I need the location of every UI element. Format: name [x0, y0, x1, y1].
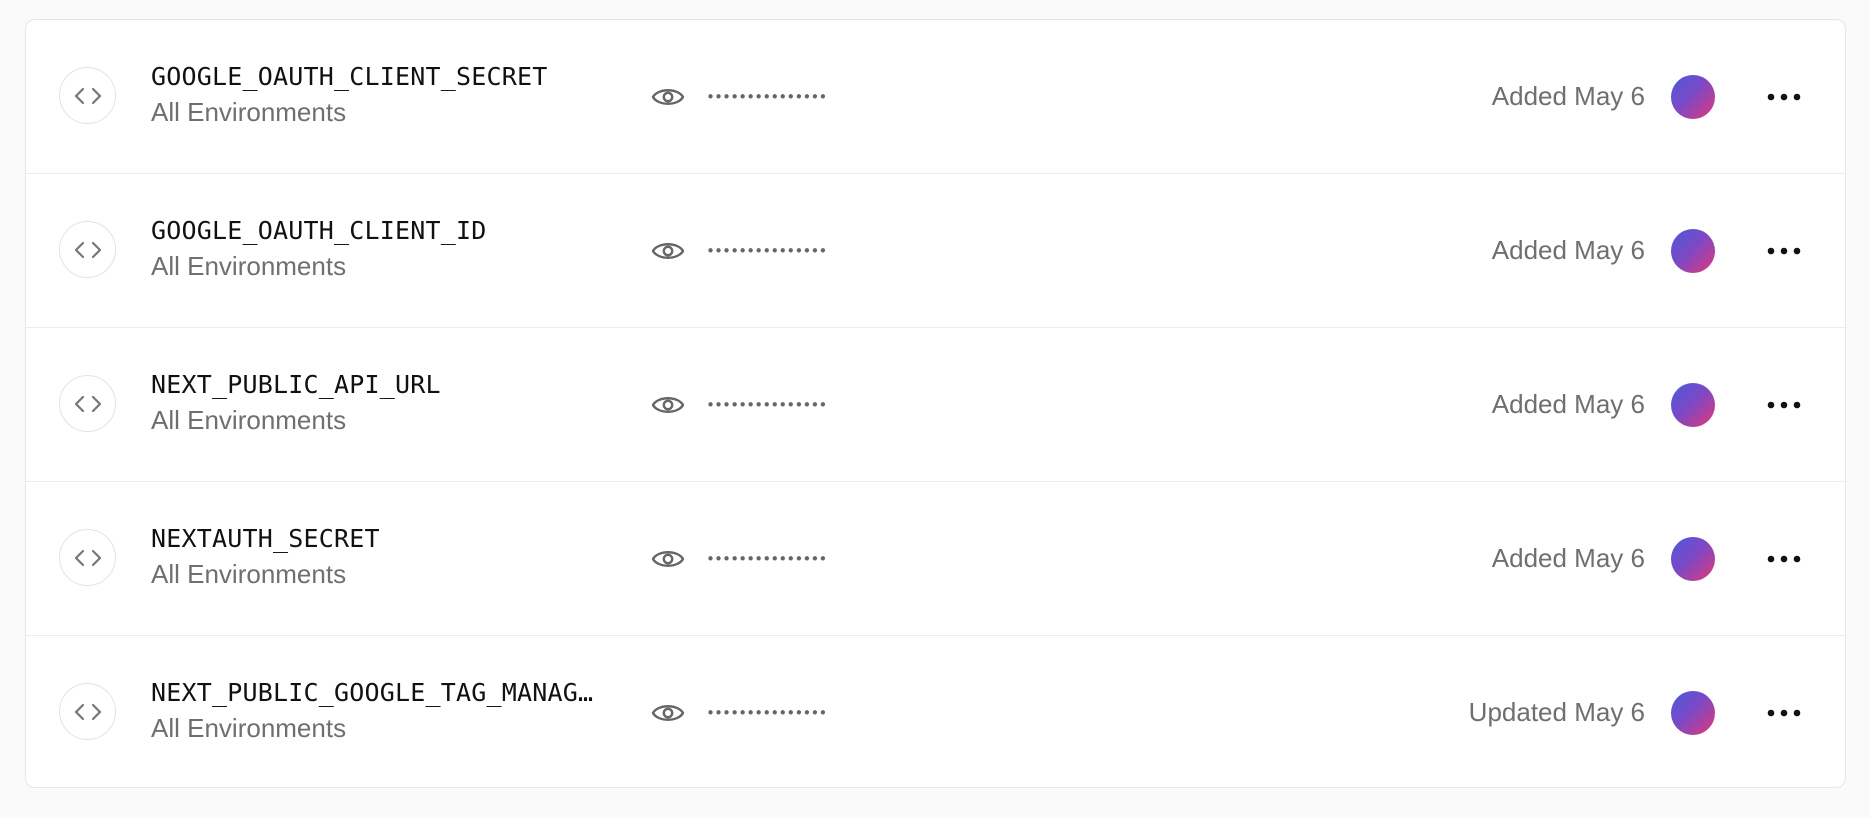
date-label: Updated May 6 [1468, 697, 1645, 727]
eye-icon [651, 551, 685, 567]
env-var-environment: All Environments [151, 97, 347, 127]
avatar [1671, 229, 1715, 273]
env-var-row: GOOGLE_OAUTH_CLIENT_SECRET All Environme… [26, 20, 1845, 174]
env-var-row: NEXTAUTH_SECRET All Environments •••••••… [26, 482, 1845, 636]
masked-value: ••••••••••••••• [706, 704, 827, 722]
eye-icon [651, 705, 685, 721]
avatar [1671, 75, 1715, 119]
env-var-name[interactable]: GOOGLE_OAUTH_CLIENT_ID [151, 215, 631, 247]
reveal-value-button[interactable] [650, 387, 686, 423]
masked-value: ••••••••••••••• [706, 242, 827, 260]
code-icon [59, 67, 116, 124]
code-icon [59, 683, 116, 740]
more-options-button[interactable] [1764, 694, 1804, 732]
env-var-info: GOOGLE_OAUTH_CLIENT_ID All Environments [151, 215, 631, 282]
env-var-name[interactable]: NEXTAUTH_SECRET [151, 523, 631, 555]
more-options-button[interactable] [1764, 232, 1804, 270]
more-horizontal-icon [1767, 93, 1801, 101]
reveal-value-button[interactable] [650, 233, 686, 269]
date-label: Added May 6 [1491, 235, 1645, 265]
env-var-row: GOOGLE_OAUTH_CLIENT_ID All Environments … [26, 174, 1845, 328]
more-options-button[interactable] [1764, 386, 1804, 424]
reveal-value-button[interactable] [650, 695, 686, 731]
reveal-value-button[interactable] [650, 541, 686, 577]
more-horizontal-icon [1767, 247, 1801, 255]
env-var-info: GOOGLE_OAUTH_CLIENT_SECRET All Environme… [151, 61, 631, 128]
env-var-name[interactable]: NEXT_PUBLIC_GOOGLE_TAG_MANAG… [151, 677, 631, 709]
code-icon [59, 529, 116, 586]
eye-icon [651, 397, 685, 413]
more-options-button[interactable] [1764, 78, 1804, 116]
env-var-info: NEXT_PUBLIC_GOOGLE_TAG_MANAG… All Enviro… [151, 677, 631, 744]
env-var-list: GOOGLE_OAUTH_CLIENT_SECRET All Environme… [25, 19, 1846, 788]
code-icon [59, 375, 116, 432]
env-var-info: NEXTAUTH_SECRET All Environments [151, 523, 631, 590]
more-horizontal-icon [1767, 401, 1801, 409]
more-horizontal-icon [1767, 709, 1801, 717]
env-var-environment: All Environments [151, 251, 347, 281]
masked-value: ••••••••••••••• [706, 88, 827, 106]
masked-value: ••••••••••••••• [706, 396, 827, 414]
date-label: Added May 6 [1491, 389, 1645, 419]
eye-icon [651, 243, 685, 259]
env-var-row: NEXT_PUBLIC_API_URL All Environments •••… [26, 328, 1845, 482]
date-label: Added May 6 [1491, 81, 1645, 111]
code-icon [59, 221, 116, 278]
date-label: Added May 6 [1491, 543, 1645, 573]
masked-value: ••••••••••••••• [706, 550, 827, 568]
env-var-name[interactable]: GOOGLE_OAUTH_CLIENT_SECRET [151, 61, 631, 93]
avatar [1671, 537, 1715, 581]
env-var-environment: All Environments [151, 559, 347, 589]
avatar [1671, 691, 1715, 735]
env-var-environment: All Environments [151, 713, 347, 743]
reveal-value-button[interactable] [650, 79, 686, 115]
env-var-name[interactable]: NEXT_PUBLIC_API_URL [151, 369, 631, 401]
env-var-info: NEXT_PUBLIC_API_URL All Environments [151, 369, 631, 436]
avatar [1671, 383, 1715, 427]
more-horizontal-icon [1767, 555, 1801, 563]
env-var-environment: All Environments [151, 405, 347, 435]
more-options-button[interactable] [1764, 540, 1804, 578]
env-var-row: NEXT_PUBLIC_GOOGLE_TAG_MANAG… All Enviro… [26, 636, 1845, 787]
eye-icon [651, 89, 685, 105]
